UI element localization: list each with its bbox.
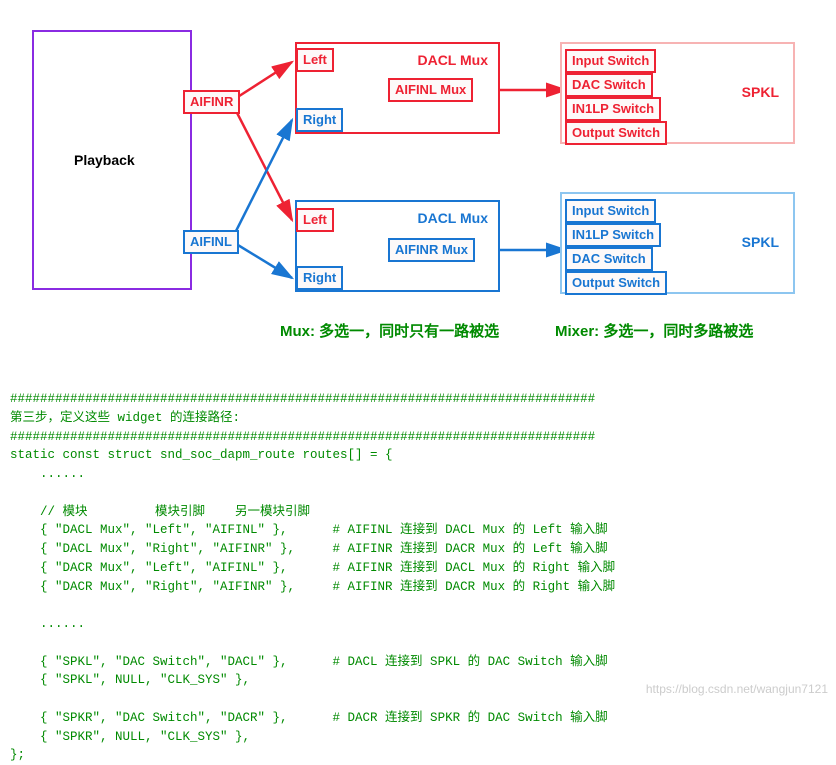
top-mux-left: Left (296, 48, 334, 72)
code-decl: static const struct snd_soc_dapm_route r… (10, 448, 393, 462)
code-r8: { "SPKR", NULL, "CLK_SYS" }, (10, 730, 250, 744)
bottom-mux-left: Left (296, 208, 334, 232)
mux-caption: Mux: 多选一，同时只有一路被选 (280, 320, 499, 341)
bottom-mixer-item-0: Input Switch (565, 199, 656, 223)
top-mixer-item-2: IN1LP Switch (565, 97, 661, 121)
top-mux-title: DACL Mux (417, 52, 488, 68)
top-mixer-item-3: Output Switch (565, 121, 667, 145)
code-step: 第三步，定义这些 widget 的连接路径: (10, 411, 240, 425)
code-r7: { "SPKR", "DAC Switch", "DACR" }, # DACR… (10, 711, 608, 725)
code-r6: { "SPKL", NULL, "CLK_SYS" }, (10, 673, 250, 687)
code-end: }; (10, 748, 25, 762)
code-dots2: ...... (10, 617, 85, 631)
bottom-mux-sub: AIFINR Mux (388, 238, 475, 262)
code-r5: { "SPKL", "DAC Switch", "DACL" }, # DACL… (10, 655, 608, 669)
top-mux-sub: AIFINL Mux (388, 78, 473, 102)
mixer-caption: Mixer: 多选一，同时多路被选 (555, 320, 753, 341)
top-mixer-item-1: DAC Switch (565, 73, 653, 97)
bottom-mixer-title: SPKL (742, 234, 779, 250)
bottom-mixer-item-1: IN1LP Switch (565, 223, 661, 247)
aifinr-label: AIFINR (183, 90, 240, 114)
playback-label: Playback (74, 152, 135, 168)
code-comment-header: // 模块 模块引脚 另一模块引脚 (10, 505, 310, 519)
code-r3: { "DACR Mux", "Left", "AIFINL" }, # AIFI… (10, 561, 615, 575)
code-block: ########################################… (10, 390, 826, 765)
bottom-mixer-item-3: Output Switch (565, 271, 667, 295)
code-dots1: ...... (10, 467, 85, 481)
bottom-mixer-item-2: DAC Switch (565, 247, 653, 271)
code-r2: { "DACL Mux", "Right", "AIFINR" }, # AIF… (10, 542, 608, 556)
top-mixer-item-0: Input Switch (565, 49, 656, 73)
code-hr1: ########################################… (10, 392, 595, 406)
top-mixer-title: SPKL (742, 84, 779, 100)
playback-box: Playback (32, 30, 192, 290)
code-r1: { "DACL Mux", "Left", "AIFINL" }, # AIFI… (10, 523, 608, 537)
code-hr2: ########################################… (10, 430, 595, 444)
bottom-mux-right: Right (296, 266, 343, 290)
watermark: https://blog.csdn.net/wangjun7121 (646, 682, 828, 696)
top-mux-right: Right (296, 108, 343, 132)
aifinl-label: AIFINL (183, 230, 239, 254)
bottom-mux-title: DACL Mux (417, 210, 488, 226)
diagram-canvas: Playback AIFINR AIFINL DACL Mux Left Rig… (0, 0, 836, 700)
code-r4: { "DACR Mux", "Right", "AIFINR" }, # AIF… (10, 580, 615, 594)
